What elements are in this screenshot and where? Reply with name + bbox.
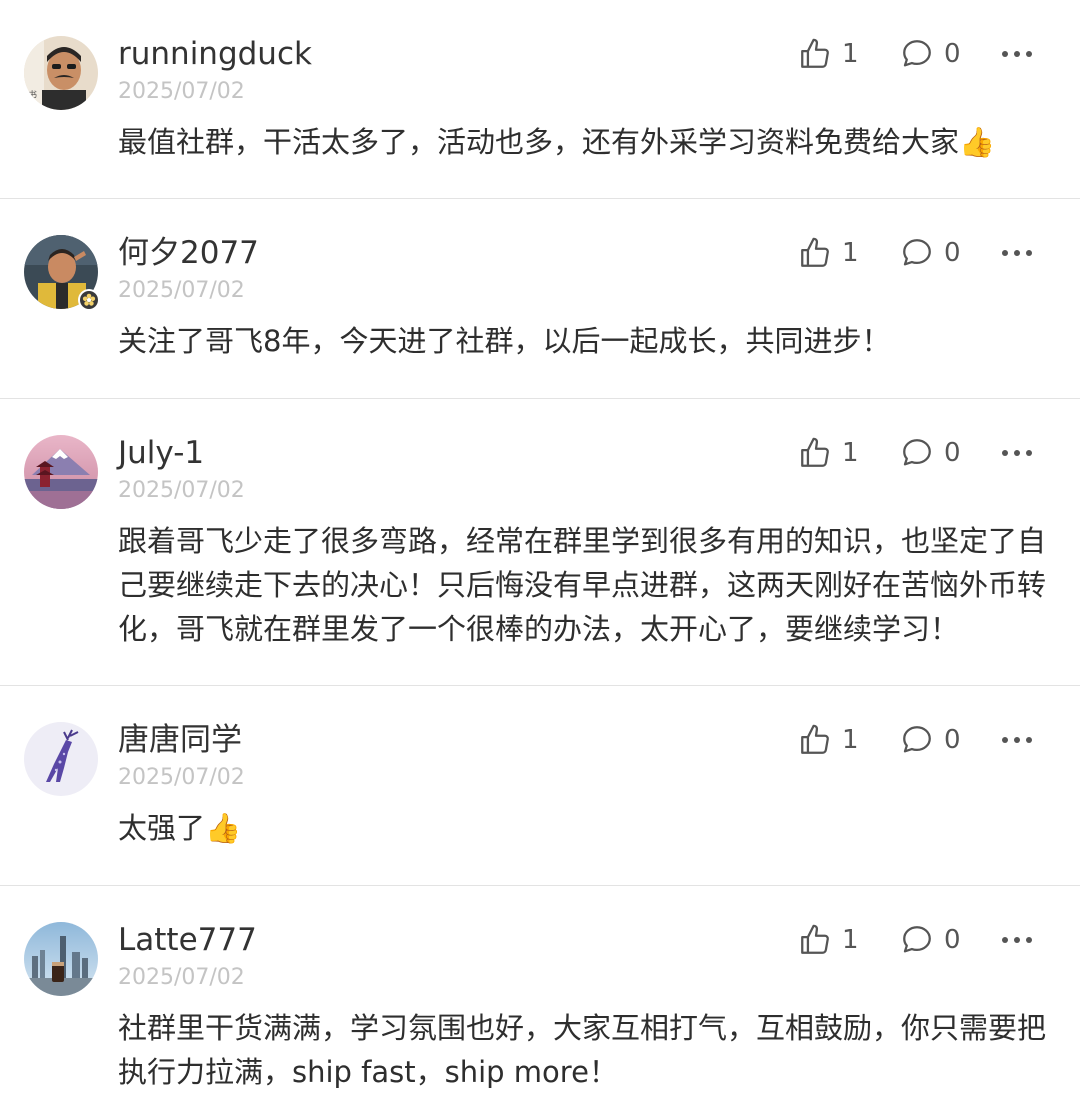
reply-button[interactable]: 0 xyxy=(900,433,961,473)
reply-count: 0 xyxy=(944,39,961,69)
comment-date: 2025/07/02 xyxy=(118,765,245,790)
reply-count: 0 xyxy=(944,925,961,955)
more-button[interactable] xyxy=(1000,720,1034,760)
more-dots-icon xyxy=(1002,450,1032,456)
username[interactable]: July-1 xyxy=(118,433,204,473)
reply-count: 0 xyxy=(944,238,961,268)
comment-date: 2025/07/02 xyxy=(118,79,245,104)
comment-item: 唐唐同学 2025/07/02 1 0 太强了👍 xyxy=(0,686,1080,886)
reply-button[interactable]: 0 xyxy=(900,720,961,760)
avatar-purple-deer-icon xyxy=(24,722,98,796)
speech-bubble-icon xyxy=(903,239,931,266)
comment-text: 关注了哥飞8年，今天进了社群，以后一起成长，共同进步！ xyxy=(118,324,891,358)
like-button[interactable]: 1 xyxy=(798,720,859,760)
reply-button[interactable]: 0 xyxy=(900,920,961,960)
comment-actions: 1 0 xyxy=(790,34,1080,74)
like-count: 1 xyxy=(842,438,859,468)
comment-item: 书 runningduck 2025/07/02 1 0 最值社群，干活太多了，… xyxy=(0,0,1080,199)
comment-text: 太强了👍 xyxy=(118,811,242,845)
comment-item: July-1 2025/07/02 1 0 跟着哥飞少走了很多弯路，经常在群里学… xyxy=(0,399,1080,686)
thumbs-up-icon xyxy=(801,724,829,754)
speech-bubble-icon xyxy=(903,926,931,953)
comment-item: 何夕2077 2025/07/02 1 0 关注了哥飞8年，今天进了社群，以后一… xyxy=(0,199,1080,399)
comment-actions: 1 0 xyxy=(790,920,1080,960)
thumbs-up-icon xyxy=(801,924,829,954)
thumbs-up-icon xyxy=(801,237,829,267)
reply-button[interactable]: 0 xyxy=(900,233,961,273)
like-button[interactable]: 1 xyxy=(798,34,859,74)
verified-badge xyxy=(78,289,100,311)
comment-item: Latte777 2025/07/02 1 0 社群里干货满满，学习氛围也好，大… xyxy=(0,886,1080,1109)
like-button[interactable]: 1 xyxy=(798,433,859,473)
speech-bubble-icon xyxy=(903,726,931,753)
avatar-city-skyline-coffee-icon xyxy=(24,922,98,996)
reply-button[interactable]: 0 xyxy=(900,34,961,74)
like-button[interactable]: 1 xyxy=(798,920,859,960)
more-dots-icon xyxy=(1002,937,1032,943)
more-dots-icon xyxy=(1002,737,1032,743)
avatar-man-mustache-icon: 书 xyxy=(24,36,98,110)
username[interactable]: runningduck xyxy=(118,34,312,74)
reply-count: 0 xyxy=(944,725,961,755)
username[interactable]: 唐唐同学 xyxy=(118,720,242,760)
comment-text: 社群里干货满满，学习氛围也好，大家互相打气，互相鼓励，你只需要把执行力拉满，sh… xyxy=(118,1011,1047,1089)
comment-date: 2025/07/02 xyxy=(118,478,245,503)
more-button[interactable] xyxy=(1000,433,1034,473)
more-button[interactable] xyxy=(1000,920,1034,960)
thumbs-up-icon xyxy=(801,38,829,68)
more-dots-icon xyxy=(1002,250,1032,256)
more-dots-icon xyxy=(1002,51,1032,57)
reply-count: 0 xyxy=(944,438,961,468)
avatar[interactable] xyxy=(24,435,98,509)
avatar[interactable] xyxy=(24,922,98,996)
comment-list: 书 runningduck 2025/07/02 1 0 最值社群，干活太多了，… xyxy=(0,0,1080,1109)
like-count: 1 xyxy=(842,238,859,268)
svg-text:书: 书 xyxy=(28,90,37,101)
more-button[interactable] xyxy=(1000,233,1034,273)
comment-text: 跟着哥飞少走了很多弯路，经常在群里学到很多有用的知识，也坚定了自己要继续走下去的… xyxy=(118,524,1047,646)
comment-actions: 1 0 xyxy=(790,720,1080,760)
avatar[interactable] xyxy=(24,722,98,796)
thumbs-up-icon xyxy=(801,437,829,467)
comment-text: 最值社群，干活太多了，活动也多，还有外采学习资料免费给大家👍 xyxy=(118,125,996,159)
like-count: 1 xyxy=(842,39,859,69)
like-count: 1 xyxy=(842,925,859,955)
speech-bubble-icon xyxy=(903,439,931,466)
comment-date: 2025/07/02 xyxy=(118,965,245,990)
flower-badge-icon xyxy=(80,291,98,309)
username[interactable]: Latte777 xyxy=(118,920,257,960)
avatar-mount-fuji-pagoda-icon xyxy=(24,435,98,509)
like-button[interactable]: 1 xyxy=(798,233,859,273)
more-button[interactable] xyxy=(1000,34,1034,74)
comment-actions: 1 0 xyxy=(790,433,1080,473)
comment-actions: 1 0 xyxy=(790,233,1080,273)
comment-date: 2025/07/02 xyxy=(118,278,245,303)
like-count: 1 xyxy=(842,725,859,755)
username[interactable]: 何夕2077 xyxy=(118,233,259,273)
avatar[interactable]: 书 xyxy=(24,36,98,110)
speech-bubble-icon xyxy=(903,40,931,67)
